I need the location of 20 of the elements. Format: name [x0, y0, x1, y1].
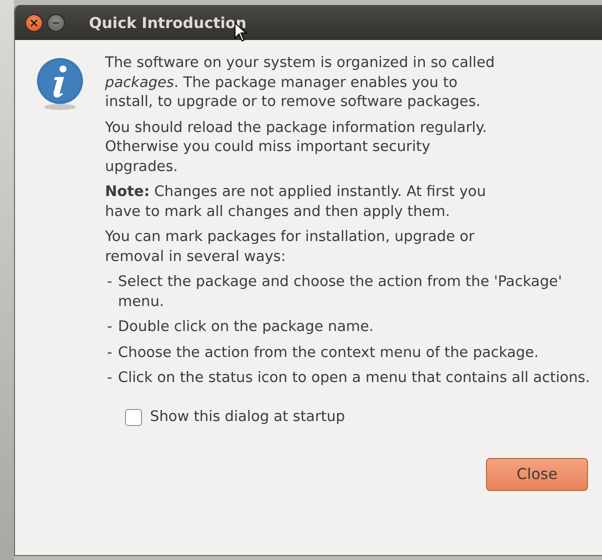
minimize-button[interactable]: [47, 14, 65, 32]
list-marker: -: [106, 344, 114, 362]
list-item-text: Choose the action from the context menu of the package.: [118, 344, 539, 362]
close-icon: [30, 18, 38, 26]
body-paragraph: Note: Changes are not applied instantly. At first you have to mark all changes and then apply them.: [105, 183, 487, 222]
close-dialog-button[interactable]: Close: [486, 458, 588, 490]
body-paragraph: You can mark packages for installation, upgrade or removal in several ways:: [105, 228, 476, 266]
body-paragraph: The software on your system is organized in so called packages. The package manager enables you to install, to upgrade or to remove software packages.: [105, 54, 496, 112]
body-paragraph: You should reload the package information regularly. Otherwise you could miss important security upgrades.: [105, 118, 488, 176]
list-marker: -: [106, 318, 114, 337]
list-item-text: Click on the status icon to open a menu that contains all actions.: [118, 369, 590, 388]
checkbox-label[interactable]: Show this dialog at startup: [150, 409, 345, 425]
list-item-text: Select the package and choose the action from the 'Package' menu.: [118, 273, 563, 312]
window-title: Quick Introduction: [89, 14, 246, 32]
info-icon: [35, 56, 85, 112]
list-item-text: Double click on the package name.: [118, 318, 374, 337]
list-marker: -: [106, 273, 114, 292]
startup-checkbox[interactable]: [125, 408, 142, 426]
list-marker: -: [106, 369, 114, 388]
close-button[interactable]: [25, 14, 43, 32]
